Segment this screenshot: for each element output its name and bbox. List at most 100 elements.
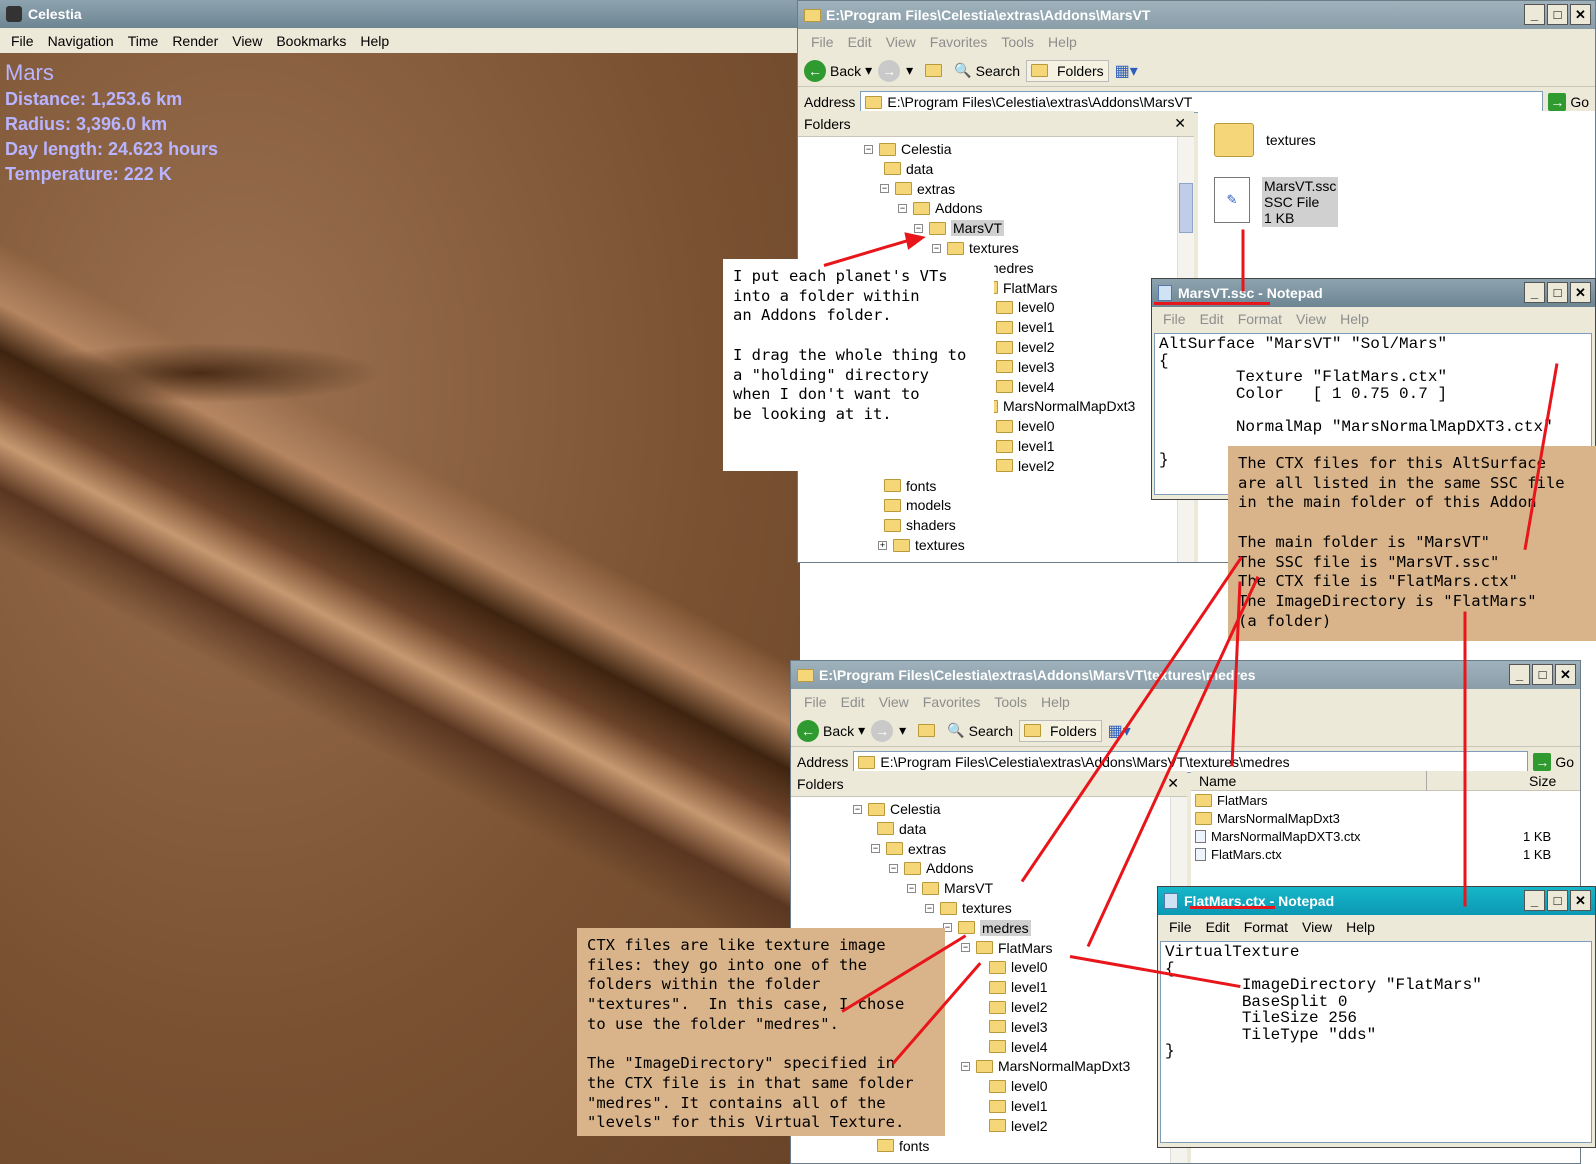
forward-button[interactable]: → <box>878 59 901 82</box>
menu-help[interactable]: Help <box>1339 919 1382 935</box>
menu-edit[interactable]: Edit <box>841 34 879 50</box>
tree-item[interactable]: − extras <box>880 181 955 197</box>
folders-button[interactable]: Folders <box>1025 59 1109 82</box>
maximize-button[interactable]: □ <box>1532 664 1553 685</box>
menu-render[interactable]: Render <box>165 33 225 49</box>
folders-button[interactable]: Folders <box>1018 719 1102 742</box>
search-button[interactable]: 🔍 Search <box>954 62 1020 79</box>
minimize-button[interactable]: _ <box>1509 664 1530 685</box>
notepad2-text-area[interactable]: VirtualTexture { ImageDirectory "FlatMar… <box>1160 941 1592 1143</box>
collapse-icon[interactable]: − <box>864 144 873 154</box>
tree-item[interactable]: level2 <box>996 339 1055 355</box>
maximize-button[interactable]: □ <box>1547 890 1568 911</box>
explorer2-titlebar[interactable]: E:\Program Files\Celestia\extras\Addons\… <box>791 661 1580 689</box>
tree-item[interactable]: shaders <box>884 517 956 533</box>
menu-favorites[interactable]: Favorites <box>923 34 995 50</box>
file-item-marsvt-ssc[interactable]: ✎ MarsVT.ssc SSC File 1 KB <box>1214 177 1339 227</box>
back-button[interactable]: ← Back ▾ <box>797 719 865 742</box>
menu-file[interactable]: File <box>1156 311 1193 327</box>
close-button[interactable]: ✕ <box>1570 890 1591 911</box>
tree-item[interactable]: level2 <box>989 999 1048 1015</box>
tree-item[interactable]: fonts <box>884 478 936 494</box>
tree-item[interactable]: − Celestia <box>864 141 952 157</box>
collapse-icon[interactable]: − <box>932 243 941 253</box>
tree-item[interactable]: level0 <box>996 299 1055 315</box>
file-item-textures[interactable]: textures <box>1214 123 1316 157</box>
collapse-icon[interactable]: − <box>871 844 880 854</box>
column-size[interactable]: Size <box>1529 773 1556 789</box>
tree-item[interactable]: level0 <box>989 1078 1048 1094</box>
menu-view[interactable]: View <box>1289 311 1333 327</box>
forward-button[interactable]: → <box>871 719 894 742</box>
collapse-icon[interactable]: − <box>907 883 916 893</box>
tree-item[interactable]: level1 <box>989 979 1048 995</box>
tree-item[interactable]: + textures <box>878 537 965 553</box>
tree-item[interactable]: level1 <box>996 438 1055 454</box>
menu-help[interactable]: Help <box>353 33 396 49</box>
collapse-icon[interactable]: − <box>853 804 862 814</box>
menu-view[interactable]: View <box>872 694 916 710</box>
menu-view[interactable]: View <box>225 33 269 49</box>
menu-file[interactable]: File <box>4 33 41 49</box>
tree-item[interactable]: − Addons <box>898 200 982 216</box>
maximize-button[interactable]: □ <box>1547 4 1568 25</box>
address-input[interactable]: E:\Program Files\Celestia\extras\Addons\… <box>860 91 1544 113</box>
minimize-button[interactable]: _ <box>1524 4 1545 25</box>
tree-item[interactable]: − FlatMars <box>961 940 1052 956</box>
menu-file[interactable]: File <box>804 34 841 50</box>
close-pane-icon[interactable]: ✕ <box>1174 115 1186 132</box>
menu-file[interactable]: File <box>797 694 834 710</box>
menu-edit[interactable]: Edit <box>1199 919 1237 935</box>
tree-item[interactable]: fonts <box>877 1138 929 1154</box>
scroll-thumb[interactable] <box>1179 183 1193 233</box>
tree-item[interactable]: level0 <box>996 418 1055 434</box>
collapse-icon[interactable]: − <box>925 903 934 913</box>
menu-format[interactable]: Format <box>1231 311 1289 327</box>
back-button[interactable]: ← Back ▾ <box>804 59 872 82</box>
close-button[interactable]: ✕ <box>1570 282 1591 303</box>
close-button[interactable]: ✕ <box>1570 4 1591 25</box>
menu-help[interactable]: Help <box>1034 694 1077 710</box>
menu-view[interactable]: View <box>1295 919 1339 935</box>
collapse-icon[interactable]: − <box>898 203 907 213</box>
tree-item[interactable]: − MarsNormalMapDxt3 <box>961 1058 1130 1074</box>
tree-item[interactable]: level2 <box>989 1118 1048 1134</box>
tree-item[interactable]: data <box>877 821 926 837</box>
tree-item[interactable]: level3 <box>989 1019 1048 1035</box>
collapse-icon[interactable]: − <box>880 184 889 194</box>
minimize-button[interactable]: _ <box>1524 282 1545 303</box>
menu-file[interactable]: File <box>1162 919 1199 935</box>
file-row[interactable]: FlatMars.ctx 1 KB <box>1195 845 1575 863</box>
tree-item[interactable]: − Celestia <box>853 801 941 817</box>
celestia-titlebar[interactable]: Celestia <box>0 0 800 28</box>
up-folder-icon[interactable] <box>925 64 943 77</box>
menu-time[interactable]: Time <box>121 33 166 49</box>
tree-item[interactable]: −medres <box>943 919 1031 936</box>
tree-item[interactable]: − Addons <box>889 860 973 876</box>
menu-view[interactable]: View <box>879 34 923 50</box>
go-button[interactable]: → Go <box>1533 753 1574 771</box>
menu-edit[interactable]: Edit <box>1193 311 1231 327</box>
tree-item[interactable]: − MarsVT <box>907 880 993 896</box>
column-divider[interactable] <box>1426 771 1427 791</box>
tree-item[interactable]: level4 <box>996 379 1055 395</box>
tree-item[interactable]: − extras <box>871 841 946 857</box>
menu-favorites[interactable]: Favorites <box>916 694 988 710</box>
tree-item[interactable]: − textures <box>925 900 1012 916</box>
column-name[interactable]: Name <box>1199 773 1236 789</box>
file-row[interactable]: MarsNormalMapDXT3.ctx 1 KB <box>1195 827 1575 845</box>
tree-item[interactable]: data <box>884 161 933 177</box>
menu-navigation[interactable]: Navigation <box>41 33 121 49</box>
go-button[interactable]: → Go <box>1548 93 1589 111</box>
tree-item[interactable]: level0 <box>989 959 1048 975</box>
tree-item[interactable]: − MarsVT <box>914 220 1004 237</box>
menu-tools[interactable]: Tools <box>987 694 1034 710</box>
tree-item[interactable]: level2 <box>996 458 1055 474</box>
file-row[interactable]: FlatMars <box>1195 791 1575 809</box>
tree-item[interactable]: level3 <box>996 359 1055 375</box>
tree-item[interactable]: − textures <box>932 240 1019 256</box>
close-button[interactable]: ✕ <box>1555 664 1576 685</box>
tree-item[interactable]: level1 <box>996 319 1055 335</box>
menu-bookmarks[interactable]: Bookmarks <box>269 33 353 49</box>
explorer1-titlebar[interactable]: E:\Program Files\Celestia\extras\Addons\… <box>798 1 1595 29</box>
